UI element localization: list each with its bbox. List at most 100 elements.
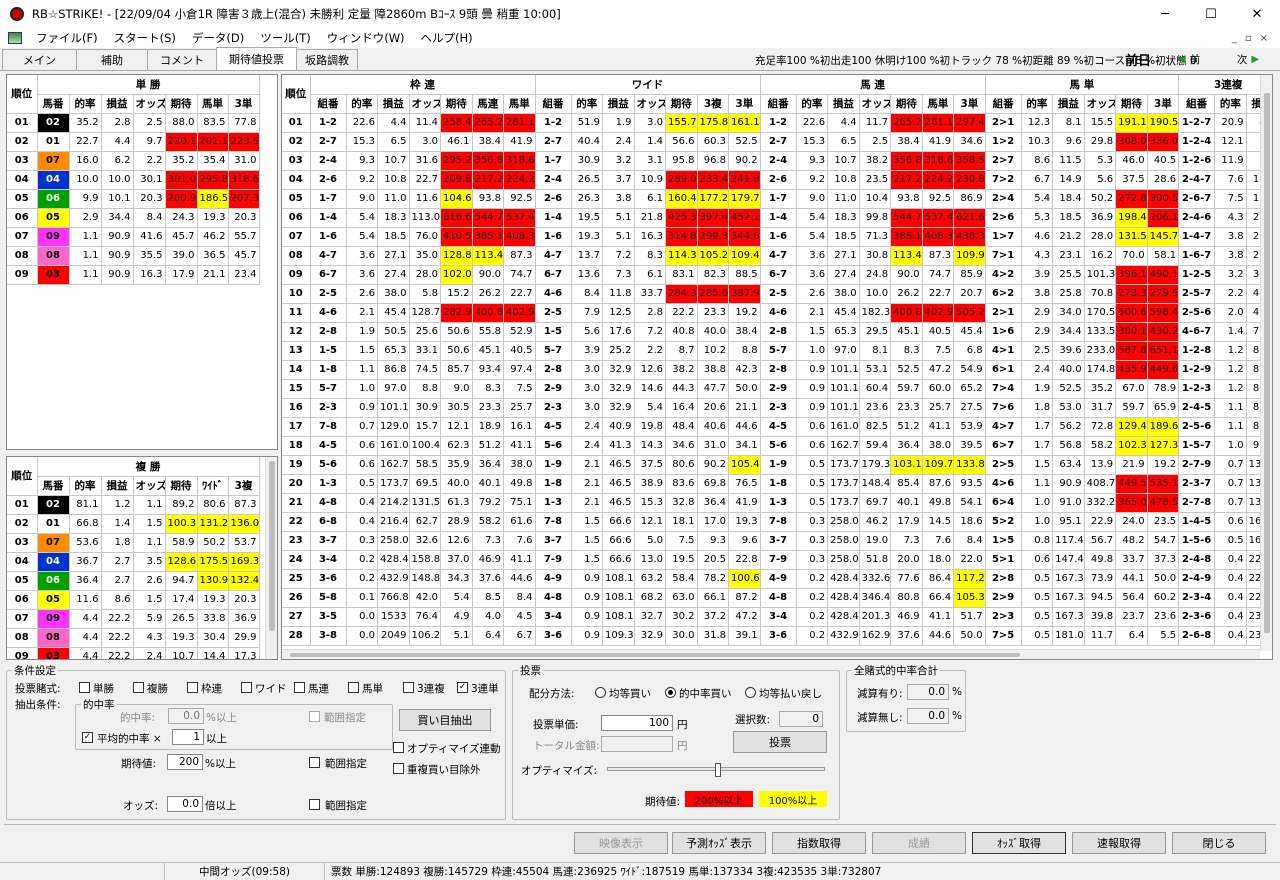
- scroll-thumb[interactable]: [290, 653, 1020, 657]
- table-row[interactable]: 03 2-4 9.3 10.7 31.6 295.2 356.8 318.6 1-7 30.9 3.…: [282, 151, 1272, 171]
- table-row[interactable]: 04 2-6 9.2 10.8 22.7 209.8 217.2 224.2 2-4 26.5 3.…: [282, 170, 1272, 190]
- table-row[interactable]: 05 1-7 9.0 11.0 11.6 104.6 93.8 92.5 2-6 26.3 3.8 6…: [282, 189, 1272, 209]
- results-button[interactable]: 成績: [872, 832, 966, 854]
- odds-input[interactable]: 0.0: [167, 796, 203, 812]
- table-row[interactable]: 01 1-2 22.6 4.4 11.4 258.4 265.2 281.1 1-2 51.9 1.…: [282, 113, 1272, 133]
- mdi-minimize-button[interactable]: _: [1232, 33, 1237, 44]
- table-row[interactable]: 01 02 81.1 1.2 1.1 89.2 80.6 87.3: [7, 495, 260, 515]
- menu-file[interactable]: ファイル(F): [28, 30, 106, 46]
- table-row[interactable]: 04 04 36.7 2.7 3.5 128.6 175.5 169.3: [7, 552, 260, 572]
- bet-type-checkbox[interactable]: [79, 682, 90, 693]
- table-row[interactable]: 17 7-8 0.7 129.0 15.7 12.1 18.9 16.1 4-5 2.4 40.9 1…: [282, 417, 1272, 437]
- table-row[interactable]: 03 07 16.0 6.2 2.2 35.2 35.4 31.0: [7, 151, 260, 171]
- slider-thumb[interactable]: [715, 763, 721, 777]
- bet-type-checkbox[interactable]: [133, 682, 144, 693]
- tab-aux[interactable]: 補助: [76, 49, 148, 70]
- menu-data[interactable]: データ(D): [184, 30, 252, 46]
- avg-hit-checkbox[interactable]: ✓: [82, 732, 93, 743]
- table-row[interactable]: 16 2-3 0.9 101.1 30.9 30.5 23.3 25.7 2-3 3.0 32.9 5…: [282, 398, 1272, 418]
- tab-main[interactable]: メイン: [2, 49, 77, 70]
- avg-hit-input[interactable]: 1: [172, 729, 204, 745]
- menu-start[interactable]: スタート(S): [106, 30, 184, 46]
- menu-help[interactable]: ヘルプ(H): [413, 30, 481, 46]
- hit-range-checkbox[interactable]: [309, 711, 320, 722]
- table-row[interactable]: 23 3-7 0.3 258.0 32.6 12.6 7.3 7.6 3-7 1.5 66.6 5.0…: [282, 531, 1272, 551]
- scroll-thumb[interactable]: [269, 461, 275, 631]
- scroll-thumb[interactable]: [1264, 93, 1270, 633]
- bet-type-checkbox[interactable]: [348, 682, 359, 693]
- table-row[interactable]: 02 01 22.7 4.4 9.7 220.1 201.1 223.5: [7, 132, 260, 152]
- prev-race-button[interactable]: ◀ 前: [1160, 51, 1218, 67]
- video-button[interactable]: 映像表示: [574, 832, 668, 854]
- get-bulletin-button[interactable]: 速報取得: [1072, 832, 1166, 854]
- table-row[interactable]: 20 1-3 0.5 173.7 69.5 40.0 40.1 49.8 1-8 2.1 46.5 3…: [282, 474, 1272, 494]
- bet-type-checkbox[interactable]: ✓: [457, 682, 468, 693]
- mdi-close-button[interactable]: ×: [1260, 33, 1268, 44]
- close-button[interactable]: ✕: [1234, 0, 1280, 28]
- table-row[interactable]: 07 1-6 5.4 18.5 76.0 410.5 385.1 408.3 1-6 19.3 5.…: [282, 227, 1272, 247]
- table-row[interactable]: 06 1-4 5.4 18.3 113.0 616.6 544.7 537.4 1-4 19.5 5…: [282, 208, 1272, 228]
- vote-button[interactable]: 投票: [733, 731, 827, 753]
- table-row[interactable]: 24 3-4 0.2 428.4 158.8 37.0 46.9 41.1 7-9 1.5 66.6…: [282, 550, 1272, 570]
- optimize-slider[interactable]: [607, 763, 825, 777]
- table-row[interactable]: 28 3-8 0.0 2049 106.2 5.1 6.4 6.7 3-6 0.9 109.3 32.…: [282, 626, 1272, 646]
- tab-ev-vote[interactable]: 期待値投票: [216, 47, 297, 70]
- ev-input[interactable]: 200: [167, 754, 203, 770]
- hit-rate-input[interactable]: 0.0: [168, 708, 204, 724]
- table-row[interactable]: 12 2-8 1.9 50.5 25.6 50.6 55.8 52.9 1-5 5.6 17.6 7.…: [282, 322, 1272, 342]
- mdi-restore-button[interactable]: ▫: [1245, 33, 1252, 44]
- table-row[interactable]: 22 6-8 0.4 216.4 62.7 28.9 58.2 61.6 7-8 1.5 66.6 1…: [282, 512, 1272, 532]
- predicted-odds-button[interactable]: 予測ｵｯｽﾞ表示: [672, 832, 766, 854]
- combo-hscroll[interactable]: [282, 649, 1260, 659]
- table-row[interactable]: 02 01 66.8 1.4 1.5 100.3 131.2 136.0: [7, 514, 260, 534]
- close-window-button[interactable]: 閉じる: [1172, 832, 1266, 854]
- table-row[interactable]: 07 09 4.4 22.2 5.9 26.5 33.8 36.9: [7, 609, 260, 629]
- menu-window[interactable]: ウィンドウ(W): [319, 30, 413, 46]
- table-row[interactable]: 15 5-7 1.0 97.0 8.8 9.0 8.3 7.5 2-9 3.0 32.9 14.6 44…: [282, 379, 1272, 399]
- table-row[interactable]: 08 08 1.1 90.9 35.5 39.0 36.5 45.7: [7, 246, 260, 266]
- table-row[interactable]: 19 5-6 0.6 162.7 58.5 35.9 36.4 38.0 1-9 2.1 46.5 3…: [282, 455, 1272, 475]
- combo-vscroll[interactable]: [1260, 75, 1272, 651]
- table-row[interactable]: 05 06 9.9 10.1 20.3 200.9 186.5 207.3: [7, 189, 260, 209]
- table-row[interactable]: 21 4-8 0.4 214.2 131.5 61.3 79.2 75.1 1-3 2.1 46.5…: [282, 493, 1272, 513]
- table-row[interactable]: 25 3-6 0.2 432.9 148.8 34.3 37.6 44.6 4-9 0.9 108.…: [282, 569, 1272, 589]
- table-row[interactable]: 26 5-8 0.1 766.8 42.0 5.4 8.5 8.4 4-8 0.9 108.1 68.…: [282, 588, 1272, 608]
- fukusho-scrollbar[interactable]: [265, 457, 277, 659]
- unit-price-input[interactable]: 100: [601, 715, 673, 731]
- method-payout-radio[interactable]: [745, 687, 756, 698]
- method-hit-radio[interactable]: [665, 687, 676, 698]
- odds-range-checkbox[interactable]: [309, 799, 320, 810]
- bet-type-checkbox[interactable]: [403, 682, 414, 693]
- get-odds-button[interactable]: ｵｯｽﾞ取得: [972, 832, 1066, 854]
- table-row[interactable]: 04 04 10.0 10.0 30.1 301.0 295.8 318.6: [7, 170, 260, 190]
- table-row[interactable]: 11 4-6 2.1 45.4 128.7 282.9 400.8 402.9 2-5 7.9 12…: [282, 303, 1272, 323]
- minimize-button[interactable]: ─: [1142, 0, 1188, 28]
- tab-comment[interactable]: コメント: [147, 49, 217, 70]
- ev-range-checkbox[interactable]: [309, 757, 320, 768]
- table-row[interactable]: 06 05 2.9 34.4 8.4 24.3 19.3 20.3: [7, 208, 260, 228]
- menu-tools[interactable]: ツール(T): [252, 30, 319, 46]
- maximize-button[interactable]: ☐: [1188, 0, 1234, 28]
- table-row[interactable]: 06 05 11.6 8.6 1.5 17.4 19.3 20.3: [7, 590, 260, 610]
- table-row[interactable]: 14 1-8 1.1 86.8 74.5 85.7 93.4 97.4 2-8 3.0 32.9 12…: [282, 360, 1272, 380]
- get-index-button[interactable]: 指数取得: [772, 832, 866, 854]
- table-row[interactable]: 09 03 4.4 22.2 2.4 10.7 14.4 17.3: [7, 647, 260, 659]
- table-row[interactable]: 01 02 35.2 2.8 2.5 88.0 83.5 77.8: [7, 113, 260, 133]
- method-equal-radio[interactable]: [595, 687, 606, 698]
- table-row[interactable]: 10 2-5 2.6 38.0 5.8 15.2 26.2 22.7 4-6 8.4 11.8 33.…: [282, 284, 1272, 304]
- table-row[interactable]: 02 2-7 15.3 6.5 3.0 46.1 38.4 41.9 2-7 40.4 2.4 1.4…: [282, 132, 1272, 152]
- table-row[interactable]: 18 4-5 0.6 161.0 100.4 62.3 51.2 41.1 5-6 2.4 41.3…: [282, 436, 1272, 456]
- table-row[interactable]: 08 08 4.4 22.2 4.3 19.3 30.4 29.9: [7, 628, 260, 648]
- next-race-button[interactable]: 次 ▶: [1220, 51, 1276, 67]
- bet-type-checkbox[interactable]: [294, 682, 305, 693]
- extract-button[interactable]: 買い目抽出: [399, 709, 491, 731]
- table-row[interactable]: 13 1-5 1.5 65.3 33.1 50.6 45.1 40.5 5-7 3.9 25.2 2.…: [282, 341, 1272, 361]
- bet-type-checkbox[interactable]: [187, 682, 198, 693]
- table-row[interactable]: 05 06 36.4 2.7 2.6 94.7 130.9 132.4: [7, 571, 260, 591]
- dup-exclude-checkbox[interactable]: [393, 763, 404, 774]
- optimize-link-checkbox[interactable]: [393, 742, 404, 753]
- table-row[interactable]: 09 03 1.1 90.9 16.3 17.9 21.1 23.4: [7, 265, 260, 285]
- table-row[interactable]: 08 4-7 3.6 27.1 35.0 128.8 113.4 87.3 4-7 13.7 7.2…: [282, 246, 1272, 266]
- table-row[interactable]: 09 6-7 3.6 27.4 28.0 102.0 90.0 74.7 6-7 13.6 7.3 6…: [282, 265, 1272, 285]
- bet-type-checkbox[interactable]: [241, 682, 252, 693]
